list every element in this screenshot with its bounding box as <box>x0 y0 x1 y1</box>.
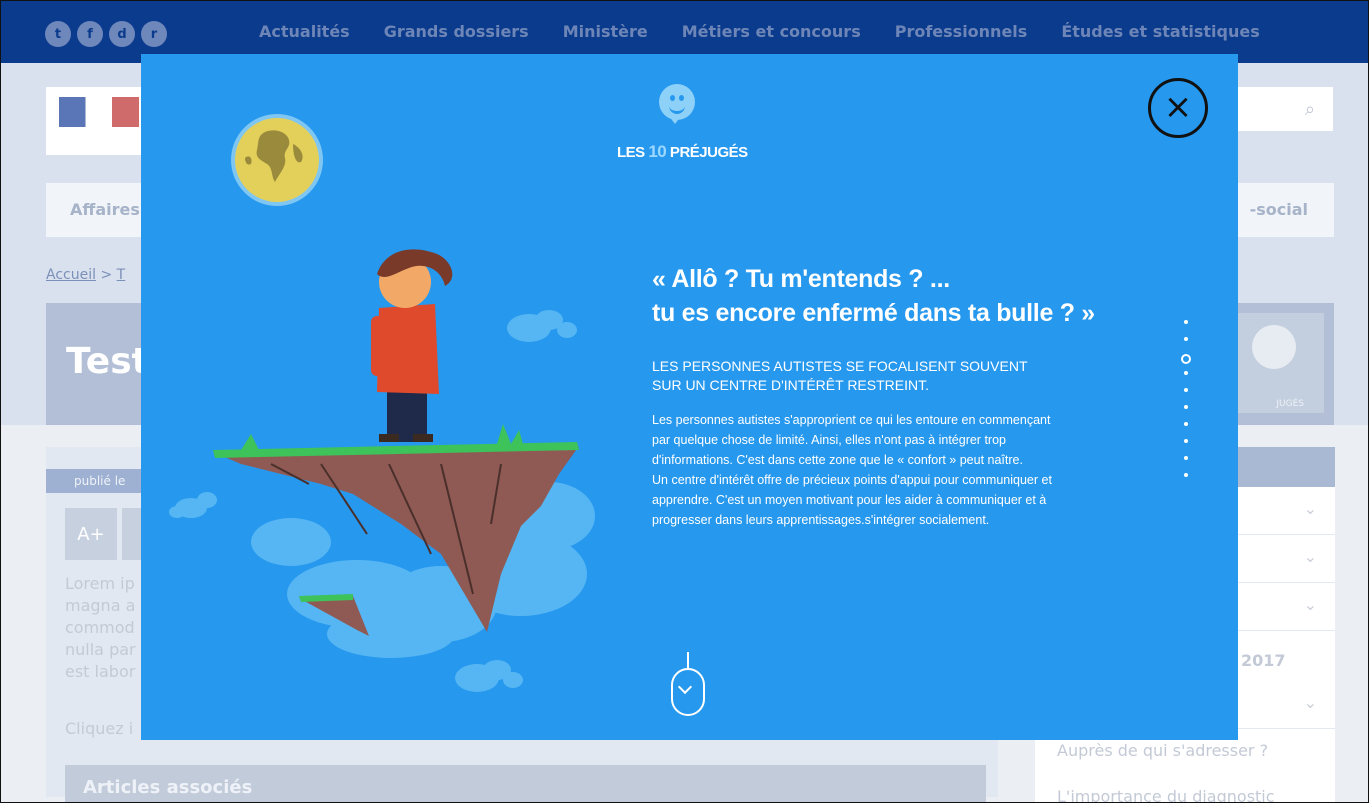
search-icon[interactable]: ⌕ <box>1305 99 1315 120</box>
published-label: publié le <box>74 474 126 488</box>
logo-flag-icon <box>59 97 139 127</box>
scroll-indicator-line <box>687 652 689 668</box>
body-line: progresser dans leurs apprentissages.s'i… <box>652 513 990 527</box>
scroll-down-button[interactable] <box>671 668 705 716</box>
nav-professionnels[interactable]: Professionnels <box>895 22 1028 41</box>
nav-etudes-statistiques[interactable]: Études et statistiques <box>1061 22 1259 41</box>
nav-grands-dossiers[interactable]: Grands dossiers <box>384 22 529 41</box>
body-line: par quelque chose de limité. Ainsi, elle… <box>652 433 1006 447</box>
related-articles-title: Articles associés <box>83 777 253 798</box>
subheading-line: SUR UN CENTRE D'INTÉRÊT RESTREINT. <box>652 377 929 393</box>
pagination-dot[interactable] <box>1181 354 1191 364</box>
article-line: nulla par <box>65 640 136 659</box>
pagination-dot[interactable] <box>1184 405 1188 409</box>
font-decrease-button[interactable] <box>122 508 142 560</box>
brand-suffix: PRÉJUGÉS <box>666 144 748 161</box>
body-line: Un centre d'intérêt offre de précieux po… <box>652 473 1052 487</box>
smiley-icon <box>1252 325 1296 369</box>
pagination-dot[interactable] <box>1184 456 1188 460</box>
floating-island-illustration <box>169 249 595 692</box>
click-here-link[interactable]: Cliquez i <box>65 719 133 738</box>
prejuge-subheading: LES PERSONNES AUTISTES SE FOCALISENT SOU… <box>652 357 1112 395</box>
pagination-dot[interactable] <box>1184 473 1188 477</box>
search-box[interactable]: ⌕ <box>1237 87 1333 131</box>
chevron-down-icon[interactable]: ⌄ <box>1304 595 1317 614</box>
chevron-down-icon[interactable]: ⌄ <box>1304 547 1317 566</box>
facebook-icon[interactable]: f <box>77 21 103 47</box>
screenshot-frame: t f d r Actualités Grands dossiers Minis… <box>0 0 1369 803</box>
smiley-bubble-icon <box>659 84 695 120</box>
prejuges-modal: LES 10 PRÉJUGÉS × « Allô ? Tu m'entends … <box>141 54 1238 740</box>
body-line: d'informations. C'est dans cette zone qu… <box>652 453 1023 467</box>
prejuge-body: Les personnes autistes s'approprient ce … <box>652 410 1144 530</box>
breadcrumb-current[interactable]: T <box>117 267 126 283</box>
article-line: magna a <box>65 596 136 615</box>
related-articles-header: Articles associés <box>65 765 986 802</box>
social-links: t f d r <box>45 21 167 47</box>
chevron-down-icon[interactable]: ⌄ <box>1304 693 1317 712</box>
quote-line: tu es encore enfermé dans ta bulle ? » <box>652 299 1095 327</box>
slide-pagination <box>1181 320 1193 480</box>
prejuge-quote: « Allô ? Tu m'entends ? ... tu es encore… <box>652 262 1112 330</box>
nav-social[interactable]: -social <box>1250 200 1308 219</box>
sidebar-link[interactable]: L'importance du diagnostic <box>1057 787 1275 802</box>
quote-line: « Allô ? Tu m'entends ? ... <box>652 265 950 293</box>
font-increase-button[interactable]: A+ <box>65 508 117 560</box>
chevron-down-icon[interactable]: ⌄ <box>1304 499 1317 518</box>
close-button[interactable]: × <box>1148 78 1208 138</box>
badge-text: JUGÉS <box>1276 399 1304 409</box>
subheading-line: LES PERSONNES AUTISTES SE FOCALISENT SOU… <box>652 358 1028 374</box>
pagination-dot[interactable] <box>1184 337 1188 341</box>
dailymotion-icon[interactable]: d <box>109 21 135 47</box>
page-title: Test <box>66 341 149 382</box>
pagination-dot[interactable] <box>1184 371 1188 375</box>
boy-character <box>371 249 453 442</box>
top-navigation: Actualités Grands dossiers Ministère Mét… <box>259 22 1294 41</box>
nav-metiers-concours[interactable]: Métiers et concours <box>682 22 861 41</box>
nav-ministere[interactable]: Ministère <box>563 22 648 41</box>
pagination-dot[interactable] <box>1184 320 1188 324</box>
nav-actualites[interactable]: Actualités <box>259 22 350 41</box>
nav-affaires[interactable]: Affaires <box>70 200 140 219</box>
sidebar-year: 2017 <box>1241 651 1286 670</box>
twitter-icon[interactable]: t <box>45 21 71 47</box>
breadcrumb: Accueil > T <box>46 267 125 283</box>
article-text: Lorem ip magna a commod nulla par est la… <box>65 573 136 683</box>
brand-number: 10 <box>648 142 667 161</box>
sidebar-link[interactable]: Auprès de qui s'adresser ? <box>1057 741 1268 760</box>
pagination-dot[interactable] <box>1184 422 1188 426</box>
bubble-tail-icon <box>669 116 681 124</box>
body-line: apprendre. C'est un moyen motivant pour … <box>652 493 1047 507</box>
article-line: est labor <box>65 662 136 681</box>
breadcrumb-separator: > <box>96 267 117 283</box>
pagination-dot[interactable] <box>1184 439 1188 443</box>
body-line: Les personnes autistes s'approprient ce … <box>652 413 1051 427</box>
pagination-dot[interactable] <box>1184 388 1188 392</box>
article-line: commod <box>65 618 135 637</box>
article-line: Lorem ip <box>65 574 135 593</box>
rss-icon[interactable]: r <box>141 21 167 47</box>
breadcrumb-home[interactable]: Accueil <box>46 267 96 283</box>
